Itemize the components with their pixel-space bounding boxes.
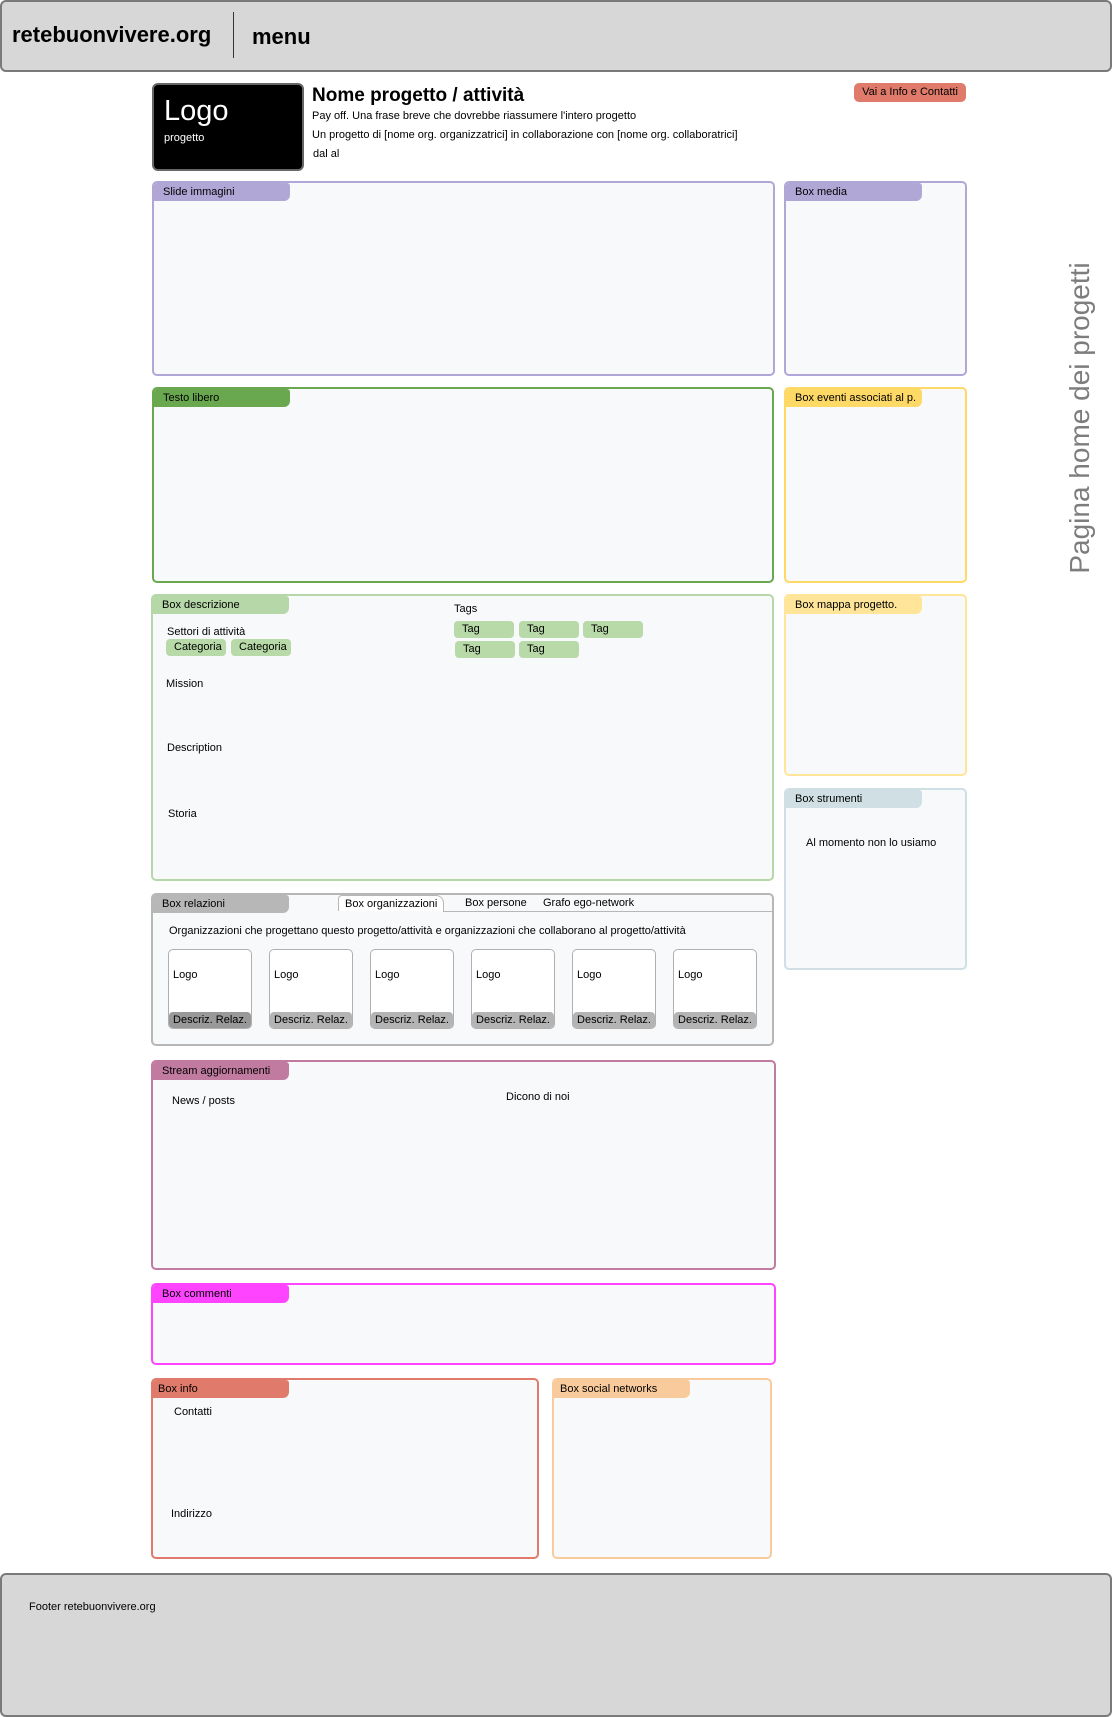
mission-label: Mission [166, 678, 204, 690]
tools-box: Box strumenti Al momento non lo usiamo [784, 788, 967, 970]
org-card[interactable]: Logo Descriz. Relaz. [370, 949, 454, 1029]
comments-box[interactable]: Box commenti [151, 1283, 776, 1365]
org-card[interactable]: Logo Descriz. Relaz. [471, 949, 555, 1029]
description-label: Description [167, 742, 223, 754]
org-logo: Logo [375, 969, 400, 981]
navbar-divider [233, 12, 234, 58]
media-box-tab: Box media [786, 183, 922, 201]
stream-box: Stream aggiornamenti News / posts Dicono… [151, 1060, 776, 1270]
relations-box: Box relazioni Box organizzazioni Box per… [151, 893, 774, 1046]
tab-organizations[interactable]: Box organizzazioni [338, 895, 445, 911]
side-page-label: Pagina home dei progetti [1064, 262, 1095, 574]
org-card[interactable]: Logo Descriz. Relaz. [673, 949, 757, 1029]
category-chip[interactable]: Categoria [231, 639, 291, 656]
description-box: Box descrizione Settori di attività Cate… [151, 594, 774, 881]
project-dates: dal al [313, 148, 340, 160]
sectors-label: Settori di attività [167, 626, 246, 638]
tag-chip[interactable]: Tag [583, 621, 643, 638]
info-box-tab: Box info [153, 1380, 289, 1398]
category-chip[interactable]: Categoria [166, 639, 226, 656]
footer-text: Footer retebuonvivere.org [29, 1601, 156, 1613]
footer: Footer retebuonvivere.org [0, 1573, 1112, 1717]
tools-note: Al momento non lo usiamo [806, 837, 937, 849]
org-relation-label: Descriz. Relaz. [270, 1012, 352, 1028]
stream-box-tab: Stream aggiornamenti [153, 1062, 289, 1080]
logo-title: Logo [164, 95, 229, 127]
org-relation-label: Descriz. Relaz. [674, 1012, 756, 1028]
tag-chip[interactable]: Tag [519, 621, 579, 638]
org-card[interactable]: Logo Descriz. Relaz. [572, 949, 656, 1029]
social-networks-box-tab: Box social networks [554, 1380, 690, 1398]
relations-intro: Organizzazioni che progettano questo pro… [169, 925, 686, 937]
org-logo: Logo [476, 969, 501, 981]
free-text-box: Testo libero [152, 387, 774, 583]
org-relation-label: Descriz. Relaz. [371, 1012, 453, 1028]
tag-chip[interactable]: Tag [519, 641, 579, 658]
relations-box-tab: Box relazioni [153, 895, 289, 913]
org-logo: Logo [678, 969, 703, 981]
events-box-tab: Box eventi associati al p. [786, 389, 922, 407]
free-text-box-tab: Testo libero [154, 389, 290, 407]
project-payoff: Pay off. Una frase breve che dovrebbe ri… [312, 110, 637, 122]
social-networks-box[interactable]: Box social networks [552, 1378, 772, 1559]
org-card[interactable]: Logo Descriz. Relaz. [269, 949, 353, 1029]
events-box[interactable]: Box eventi associati al p. [784, 387, 967, 583]
org-relation-label: Descriz. Relaz. [573, 1012, 655, 1028]
tools-box-tab: Box strumenti [786, 790, 922, 808]
news-posts-label: News / posts [172, 1095, 235, 1107]
tags-label: Tags [454, 603, 478, 615]
project-logo: Logo progetto [152, 83, 304, 171]
org-logo: Logo [577, 969, 602, 981]
map-box[interactable]: Box mappa progetto. [784, 594, 967, 776]
comments-box-tab: Box commenti [153, 1285, 289, 1303]
tag-chip[interactable]: Tag [454, 621, 514, 638]
tab-ego-network[interactable]: Grafo ego-network [543, 897, 634, 909]
info-box: Box info Contatti Indirizzo [151, 1378, 539, 1559]
org-logo: Logo [274, 969, 299, 981]
site-name-link[interactable]: retebuonvivere.org [12, 22, 211, 48]
org-relation-label: Descriz. Relaz. [169, 1012, 251, 1028]
tab-organizations-label: Box organizzazioni [345, 898, 438, 910]
project-partners: Un progetto di [nome org. organizzatrici… [312, 129, 738, 141]
contacts-label: Contatti [174, 1406, 212, 1418]
mentions-label: Dicono di noi [506, 1091, 570, 1103]
project-title: Nome progetto / attività [312, 85, 525, 106]
info-contacts-button[interactable]: Vai a Info e Contatti [854, 83, 966, 102]
tab-strip-line [443, 911, 772, 912]
tab-people[interactable]: Box persone [465, 897, 527, 909]
org-relation-label: Descriz. Relaz. [472, 1012, 554, 1028]
history-label: Storia [168, 808, 197, 820]
menu-link[interactable]: menu [252, 24, 311, 50]
slides-box[interactable]: Slide immagini [152, 181, 775, 376]
slides-box-tab: Slide immagini [154, 183, 290, 201]
logo-subtitle: progetto [164, 132, 205, 144]
tag-chip[interactable]: Tag [455, 641, 515, 658]
map-box-tab: Box mappa progetto. [786, 596, 922, 614]
org-logo: Logo [173, 969, 198, 981]
org-card[interactable]: Logo Descriz. Relaz. [168, 949, 252, 1029]
media-box[interactable]: Box media [784, 181, 967, 376]
description-box-tab: Box descrizione [153, 596, 289, 614]
address-label: Indirizzo [171, 1508, 212, 1520]
